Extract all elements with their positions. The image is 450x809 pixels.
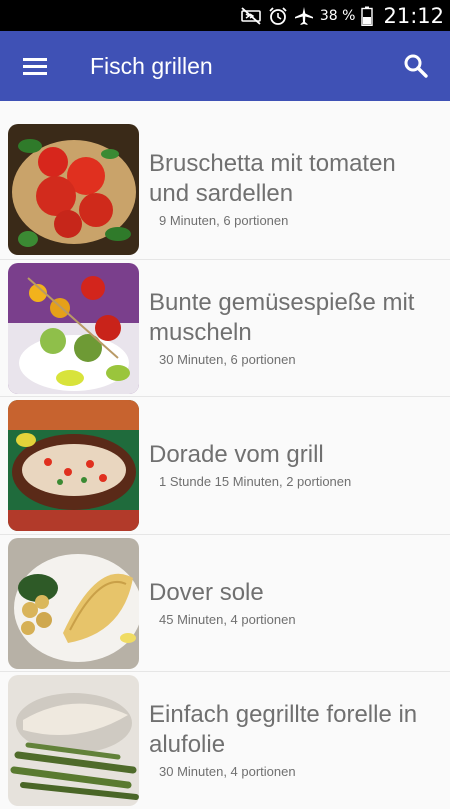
alarm-icon [269,6,287,25]
airplane-mode-icon [294,6,313,25]
grilled-trout-photo [8,675,139,806]
recipe-title: Einfach gegrillte forelle in alufolie [149,701,418,758]
app-bar: Fisch grillen [0,31,450,101]
recipe-title: Dorade vom grill [149,441,324,468]
battery-icon [361,6,374,26]
bruschetta-photo [8,124,139,255]
recipe-item[interactable]: Bunte gemüsespieße mit muscheln 30 Minut… [0,258,450,397]
recipe-list: Bruschetta mit tomaten und sardellen 9 M… [0,121,450,809]
hamburger-menu-icon [23,58,47,75]
recipe-meta: 1 Stunde 15 Minuten, 2 portionen [159,474,352,489]
recipe-meta: 30 Minuten, 6 portionen [159,351,296,367]
mute-icon [241,6,261,25]
grilled-dorade-photo [8,400,139,531]
recipe-item[interactable]: Dover sole 45 Minuten, 4 portionen [0,533,450,672]
search-icon [404,54,428,78]
battery-percent: 38 % [319,7,356,24]
recipe-meta: 9 Minuten, 6 portionen [159,213,289,228]
vegetable-skewers-photo [8,262,139,394]
recipe-item[interactable]: Einfach gegrillte forelle in alufolie 30… [0,671,450,809]
dover-sole-photo [8,537,139,669]
page-title: Fisch grillen [90,53,213,79]
recipe-title: Dover sole [149,578,264,606]
recipe-item[interactable]: Dorade vom grill 1 Stunde 15 Minuten, 2 … [0,396,450,534]
recipe-title: Bunte gemüsespieße mit muscheln [149,288,415,346]
clock: 21:12 [383,3,444,28]
menu-button[interactable] [14,48,56,84]
recipe-meta: 45 Minuten, 4 portionen [159,611,296,627]
recipe-item[interactable]: Bruschetta mit tomaten und sardellen 9 M… [0,121,450,259]
recipe-meta: 30 Minuten, 4 portionen [159,764,296,779]
search-button[interactable] [396,48,436,84]
status-bar: 38 % 21:12 [0,0,450,31]
recipe-title: Bruschetta mit tomaten und sardellen [149,150,396,207]
